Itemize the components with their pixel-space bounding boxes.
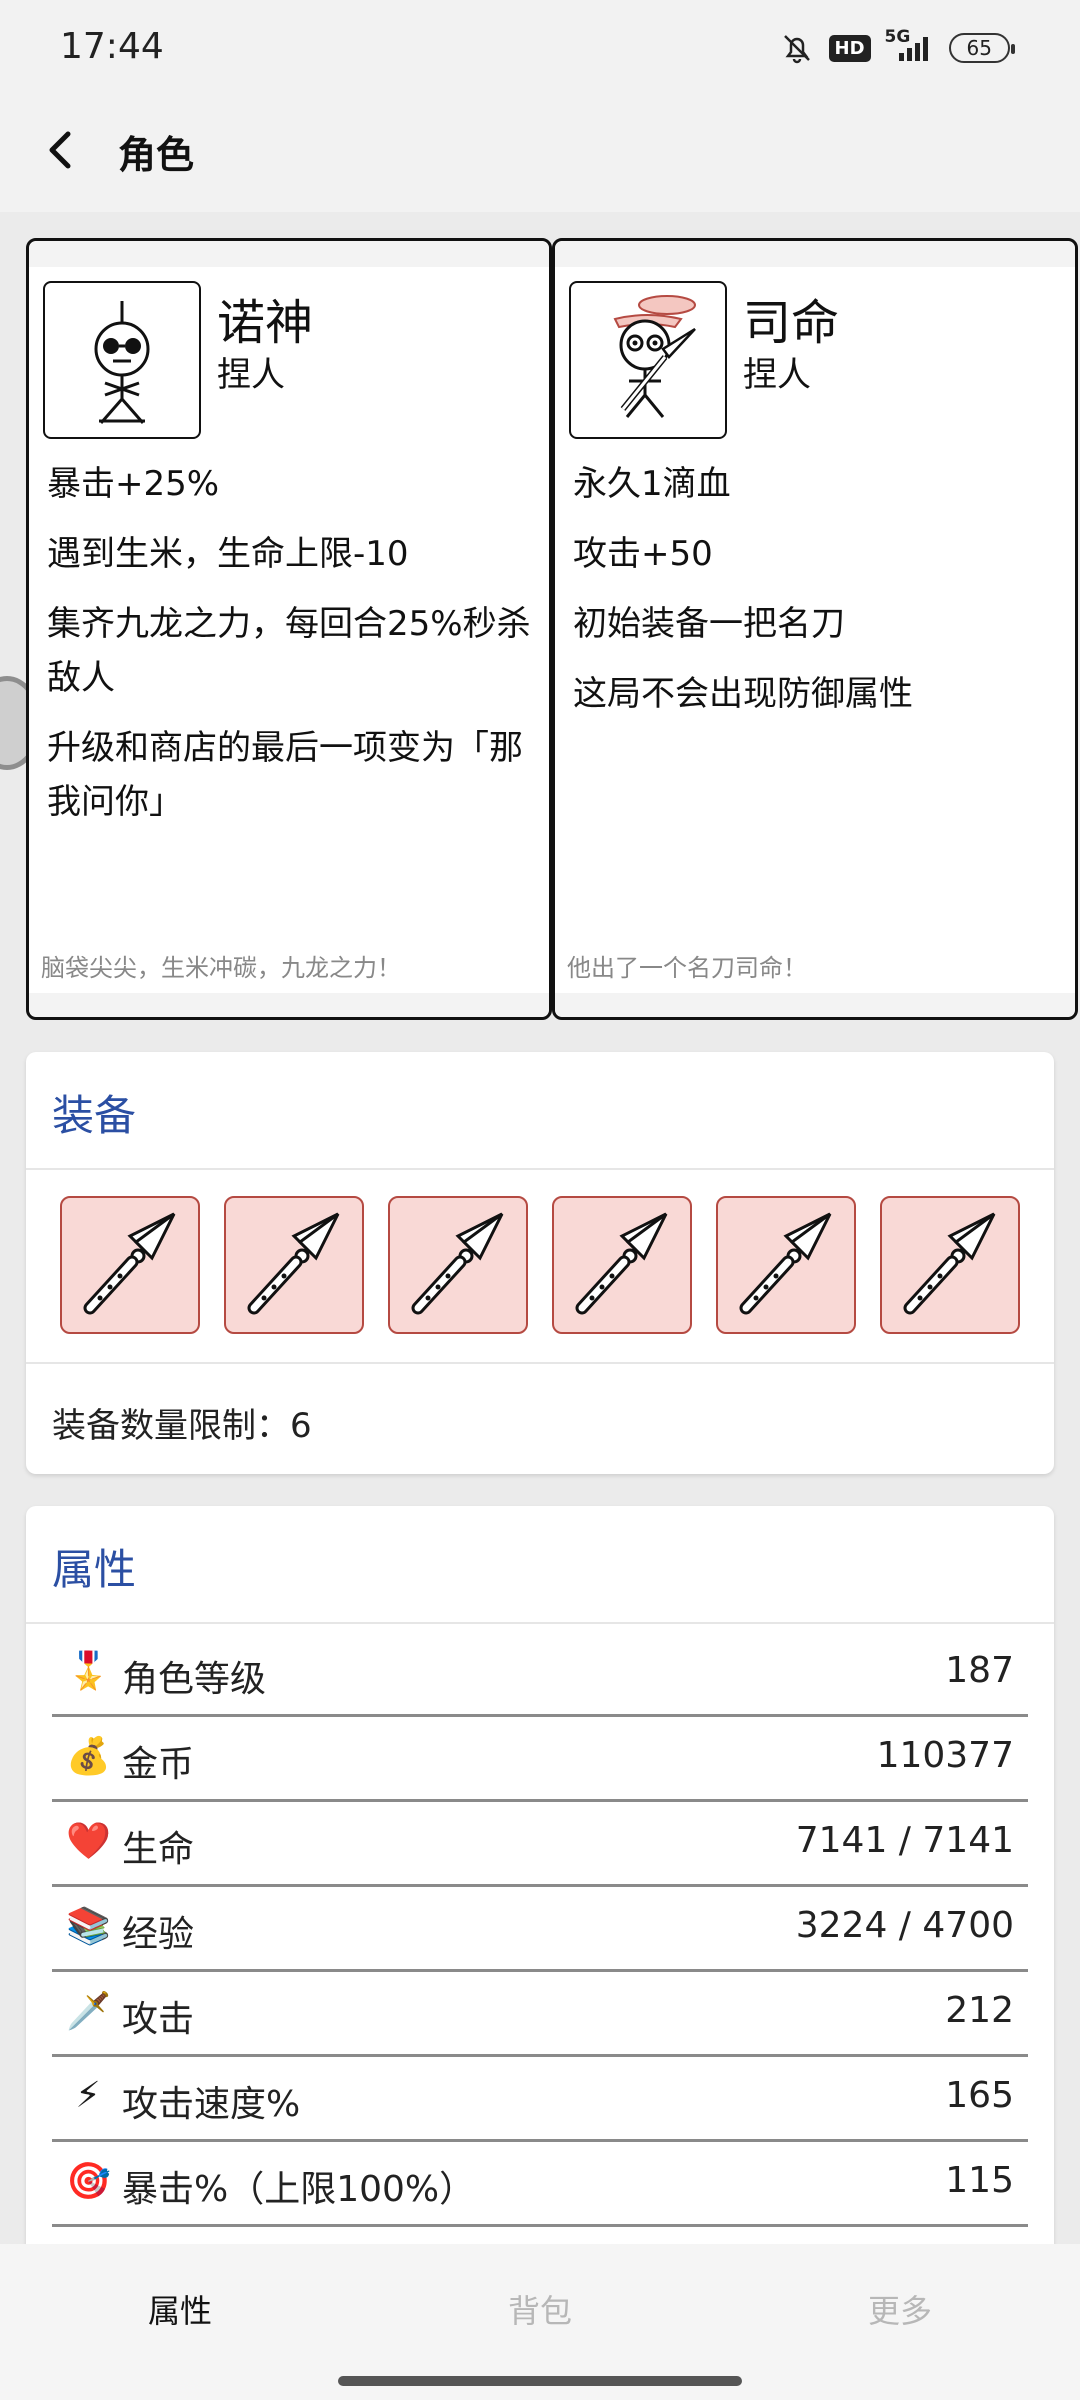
skill-item: 初始装备一把名刀 bbox=[573, 604, 845, 644]
attribute-row: 🎖️ 角色等级 187 bbox=[52, 1630, 1028, 1717]
attribute-icon: 💰 bbox=[66, 1736, 111, 1777]
attribute-label: 角色等级 bbox=[122, 1659, 267, 1700]
card-band-top bbox=[555, 241, 1075, 267]
divider bbox=[26, 1168, 1054, 1170]
skill-item: 这局不会出现防御属性 bbox=[573, 674, 913, 714]
role-skills: 暴击+25% 遇到生米，生命上限-10 集齐九龙之力，每回合25%秒杀敌人 升级… bbox=[47, 457, 535, 845]
attribute-row: 💰 金币 110377 bbox=[52, 1715, 1028, 1802]
attribute-icon: ❤️ bbox=[66, 1821, 111, 1862]
attribute-value: 187 bbox=[945, 1650, 1014, 1691]
attribute-icon: 🎖️ bbox=[66, 1651, 111, 1692]
avatar bbox=[569, 281, 727, 439]
equipment-slot[interactable] bbox=[60, 1196, 200, 1334]
attribute-label: 攻击速度% bbox=[122, 2084, 301, 2125]
equipment-title: 装备 bbox=[52, 1091, 137, 1140]
knife-icon bbox=[62, 1212, 198, 1336]
status-icons: HD 5G 65 bbox=[779, 27, 1016, 66]
attribute-label: 暴击%（上限100%） bbox=[122, 2169, 476, 2210]
equipment-slot[interactable] bbox=[388, 1196, 528, 1334]
attribute-row: 📚 经验 3224 / 4700 bbox=[52, 1885, 1028, 1972]
role-subtitle: 捏人 bbox=[743, 355, 811, 395]
page-header: 角色 bbox=[0, 96, 1080, 212]
attribute-label: 金币 bbox=[122, 1744, 195, 1785]
skill-item: 集齐九龙之力，每回合25%秒杀敌人 bbox=[47, 604, 531, 698]
knife-icon bbox=[718, 1212, 854, 1336]
card-band-bottom bbox=[555, 993, 1075, 1017]
skill-item: 遇到生米，生命上限-10 bbox=[47, 534, 409, 574]
hd-icon: HD bbox=[828, 34, 871, 62]
role-card-nuoshen[interactable]: 诺神 捏人 暴击+25% 遇到生米，生命上限-10 集齐九龙之力，每回合25%秒… bbox=[26, 238, 552, 1020]
attributes-title: 属性 bbox=[52, 1545, 137, 1594]
tab-more[interactable]: 更多 bbox=[720, 2286, 1080, 2332]
avatar bbox=[43, 281, 201, 439]
role-name: 诺神 bbox=[217, 295, 314, 351]
card-band-top bbox=[29, 241, 549, 267]
back-arrow-icon[interactable] bbox=[32, 120, 92, 180]
stickman-glasses-icon bbox=[94, 301, 150, 424]
battery-icon: 65 bbox=[948, 33, 1016, 63]
attribute-icon: 🗡️ bbox=[66, 1991, 111, 2032]
attribute-label: 经验 bbox=[122, 1914, 195, 1955]
attribute-value: 115 bbox=[945, 2160, 1014, 2201]
status-bar: 17:44 HD 5G 65 bbox=[0, 0, 1080, 96]
divider bbox=[26, 1362, 1054, 1364]
home-indicator[interactable] bbox=[338, 2376, 742, 2386]
knife-icon bbox=[390, 1212, 526, 1336]
equipment-limit-text: 装备数量限制：6 bbox=[52, 1406, 312, 1446]
skill-item: 暴击+25% bbox=[47, 464, 220, 504]
attributes-section: 属性 🎖️ 角色等级 187 💰 金币 110377 ❤️ 生命 7141 / 7141 📚 经验 3… bbox=[26, 1506, 1054, 2266]
attribute-value: 165 bbox=[945, 2075, 1014, 2116]
tab-attributes[interactable]: 属性 bbox=[0, 2286, 360, 2332]
mute-bell-icon bbox=[783, 35, 810, 64]
equipment-slot[interactable] bbox=[224, 1196, 364, 1334]
card-band-bottom bbox=[29, 993, 549, 1017]
stickman-hat-knife-icon bbox=[613, 295, 696, 418]
role-name: 司命 bbox=[743, 295, 840, 351]
attribute-icon: 📚 bbox=[66, 1906, 111, 1947]
skill-item: 升级和商店的最后一项变为「那我问你」 bbox=[47, 728, 523, 822]
status-time: 17:44 bbox=[60, 26, 164, 67]
attribute-row: 🎯 暴击%（上限100%） 115 bbox=[52, 2140, 1028, 2227]
attribute-label: 攻击 bbox=[122, 1999, 195, 2040]
divider bbox=[26, 1622, 1054, 1624]
attribute-icon: ⚡ bbox=[75, 2075, 101, 2116]
equipment-slot[interactable] bbox=[552, 1196, 692, 1334]
role-tagline: 他出了一个名刀司命！ bbox=[567, 954, 807, 982]
knife-icon bbox=[226, 1212, 362, 1336]
role-card-siming[interactable]: 司命 捏人 永久1滴血 攻击+50 初始装备一把名刀 这局不会出现防御属性 他出… bbox=[552, 238, 1078, 1020]
attribute-value: 212 bbox=[945, 1990, 1014, 2031]
equipment-slot[interactable] bbox=[880, 1196, 1020, 1334]
signal-icon: 5G bbox=[885, 27, 935, 63]
skill-item: 永久1滴血 bbox=[573, 464, 731, 504]
network-type: 5G bbox=[884, 27, 911, 47]
attribute-row: ⚡ 攻击速度% 165 bbox=[52, 2055, 1028, 2142]
page-title: 角色 bbox=[118, 133, 195, 177]
attribute-value: 7141 / 7141 bbox=[795, 1820, 1014, 1861]
equipment-section: 装备 装备数量限制：6 bbox=[26, 1052, 1054, 1474]
role-subtitle: 捏人 bbox=[217, 355, 285, 395]
role-tagline: 脑袋尖尖，生米冲碳，九龙之力！ bbox=[41, 954, 401, 982]
skill-item: 攻击+50 bbox=[573, 534, 713, 574]
attribute-value: 110377 bbox=[876, 1735, 1014, 1776]
knife-icon bbox=[882, 1212, 1018, 1336]
tab-backpack[interactable]: 背包 bbox=[360, 2286, 720, 2332]
knife-icon bbox=[554, 1212, 690, 1336]
attribute-row: 🗡️ 攻击 212 bbox=[52, 1970, 1028, 2057]
attribute-value: 3224 / 4700 bbox=[795, 1905, 1014, 1946]
role-skills: 永久1滴血 攻击+50 初始装备一把名刀 这局不会出现防御属性 bbox=[573, 457, 1061, 737]
equipment-slot[interactable] bbox=[716, 1196, 856, 1334]
attribute-label: 生命 bbox=[122, 1829, 195, 1870]
bottom-nav: 属性 背包 更多 bbox=[0, 2244, 1080, 2400]
attribute-icon: 🎯 bbox=[66, 2161, 111, 2202]
attribute-row: ❤️ 生命 7141 / 7141 bbox=[52, 1800, 1028, 1887]
